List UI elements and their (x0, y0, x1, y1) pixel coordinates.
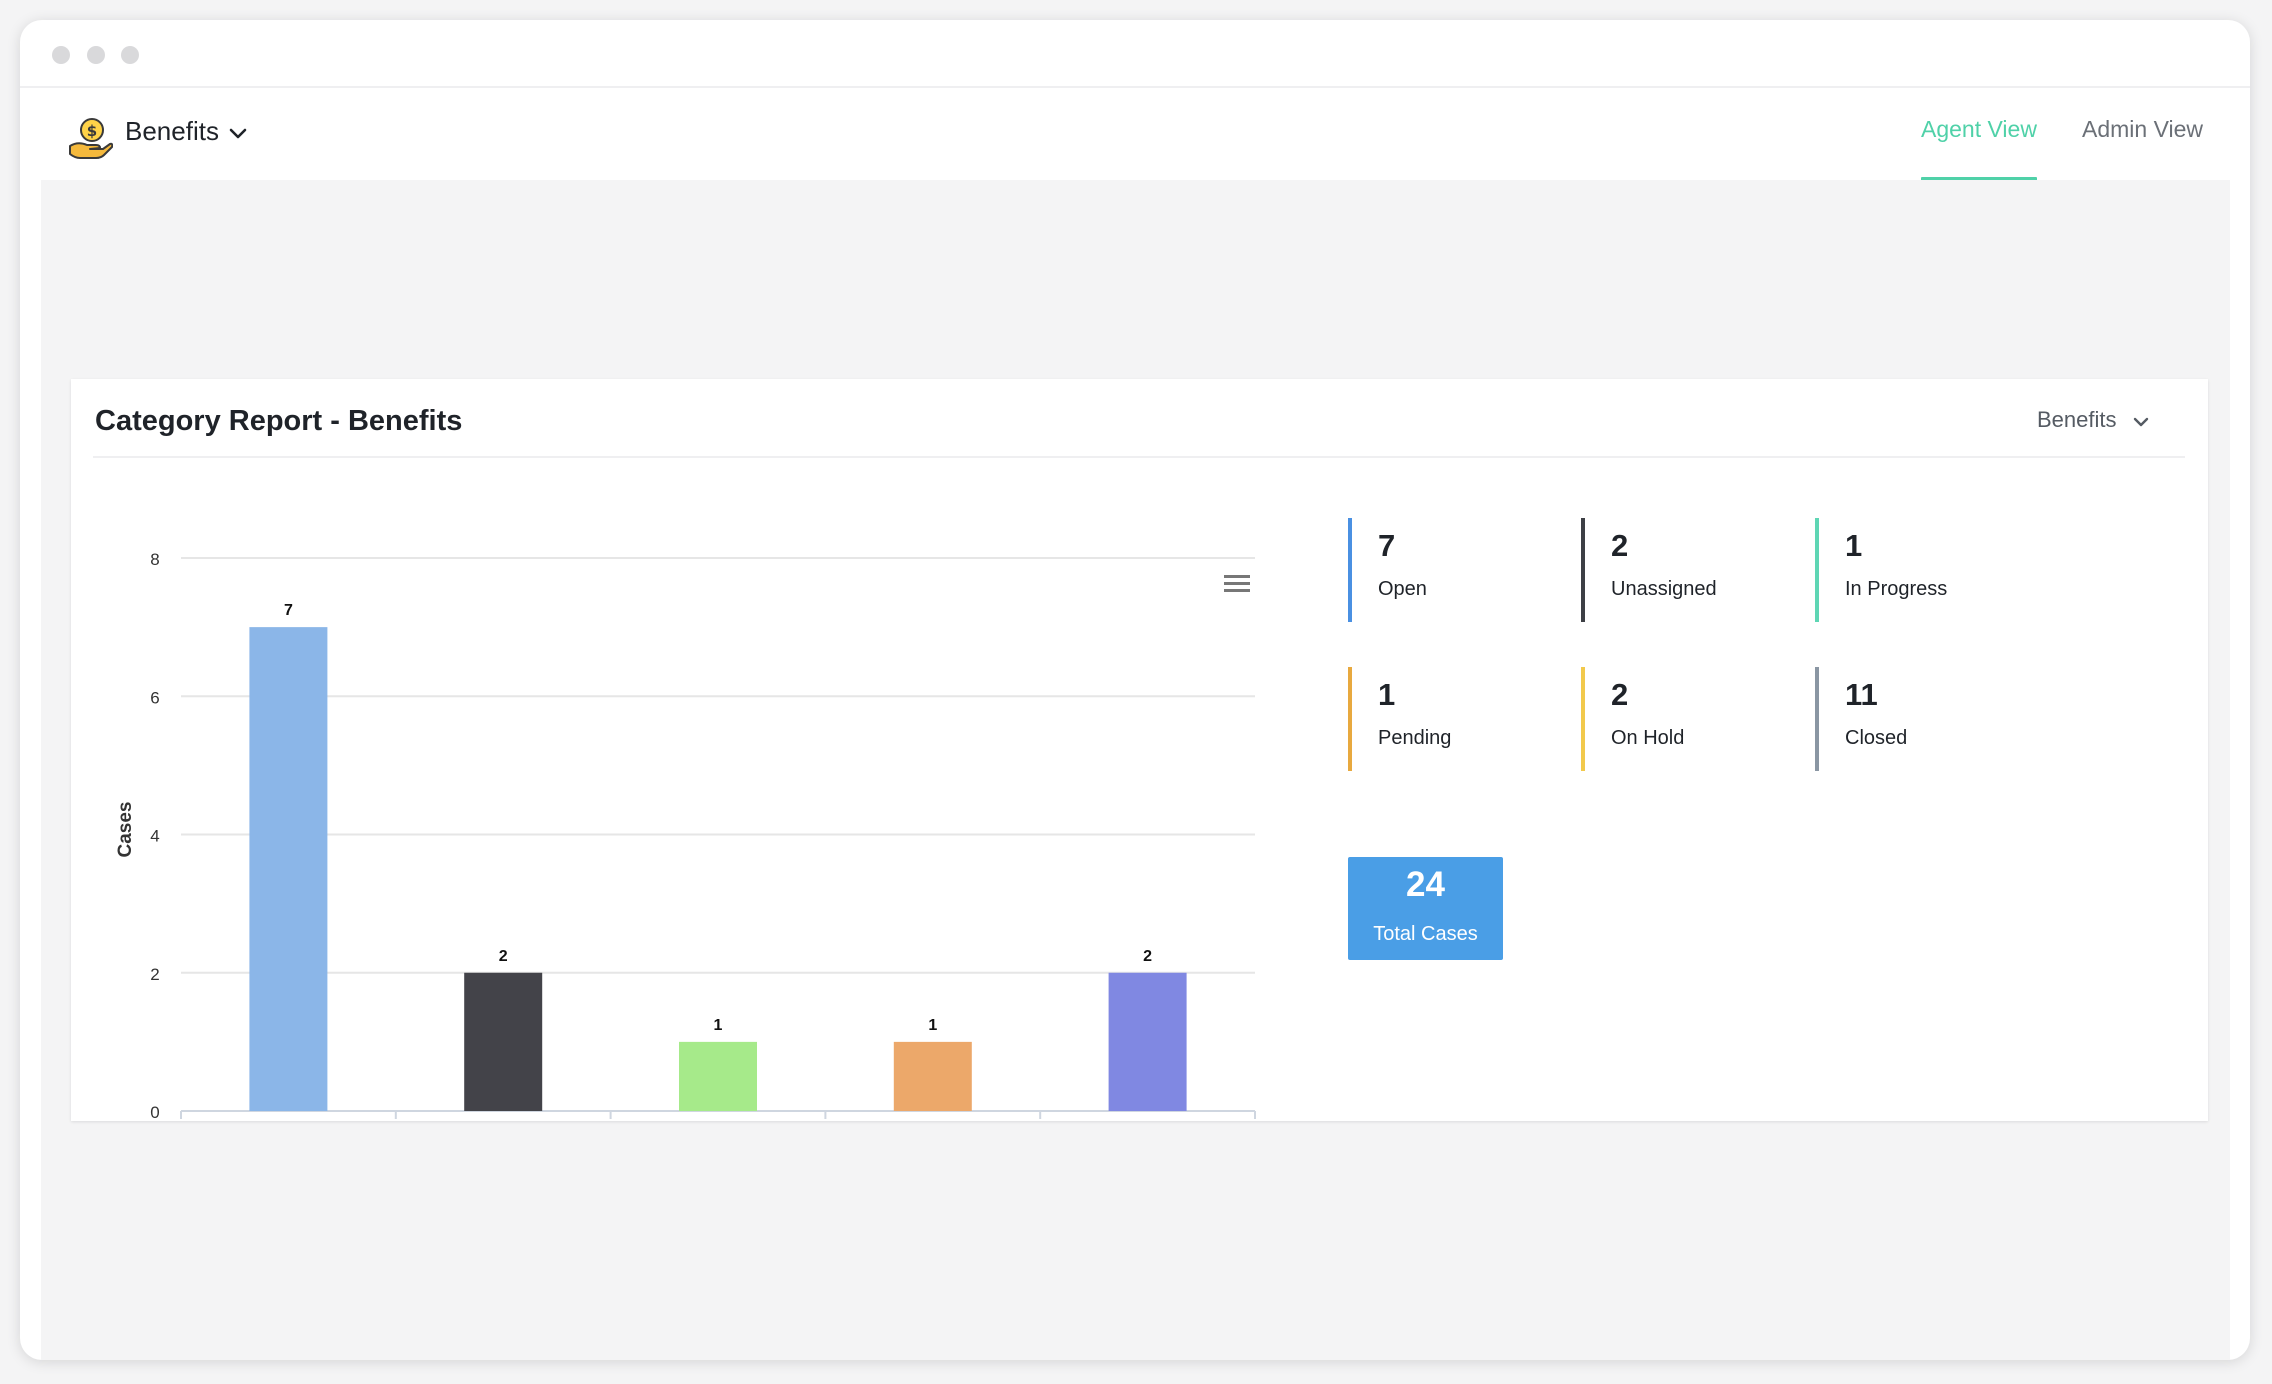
y-tick-label: 4 (150, 827, 159, 846)
stat-value: 1 (1845, 528, 1863, 563)
stat-value: 11 (1845, 677, 1878, 712)
window-close-dot[interactable] (52, 46, 70, 64)
window-minimize-dot[interactable] (87, 46, 105, 64)
stat-label: Unassigned (1611, 578, 1717, 600)
window-titlebar (20, 20, 2250, 84)
card-title: Category Report - Benefits (95, 405, 463, 437)
stat-label: Pending (1378, 727, 1452, 749)
total-cases-value: 24 (1406, 865, 1445, 904)
stat-unassigned: 2 Unassigned (1581, 518, 1781, 622)
bar-data-label: 2 (1143, 948, 1152, 965)
stat-label: In Progress (1845, 578, 1948, 600)
stat-in-progress: 1 In Progress (1815, 518, 2015, 622)
stat-value: 1 (1378, 677, 1396, 712)
app-window: $ Benefits Agent View Admin View Categor… (20, 20, 2250, 1360)
top-bar: $ Benefits Agent View Admin View (20, 86, 2250, 181)
hamburger-menu-icon[interactable] (1224, 575, 1250, 592)
app-title[interactable]: Benefits (125, 116, 219, 147)
hamburger-menu-line (1224, 582, 1250, 585)
total-cases-tile[interactable]: 24 Total Cases (1348, 857, 1503, 960)
tab-admin-view[interactable]: Admin View (2082, 116, 2203, 143)
bar-data-label: 1 (714, 1017, 723, 1034)
total-cases-label: Total Cases (1373, 923, 1478, 945)
card-divider (93, 456, 2185, 458)
y-tick-label: 6 (150, 688, 159, 707)
chevron-down-icon[interactable] (228, 124, 248, 144)
stat-closed: 11 Closed (1815, 667, 2015, 771)
main-content: Category Report - Benefits Benefits 0246… (41, 180, 2230, 1360)
y-tick-label: 0 (150, 1103, 159, 1119)
y-tick-label: 2 (150, 965, 159, 984)
status-bar-chart: 024687Open2Unassigned1In Progress1Pendin… (115, 550, 1256, 1119)
stat-label: Open (1378, 578, 1427, 600)
stat-on-hold: 2 On Hold (1581, 667, 1781, 771)
tab-agent-view[interactable]: Agent View (1921, 116, 2037, 143)
bar-open[interactable] (249, 627, 328, 1111)
bar-on-hold[interactable] (1108, 972, 1187, 1111)
stat-value: 7 (1378, 528, 1396, 563)
y-axis-title: Cases (115, 802, 136, 858)
bar-pending[interactable] (893, 1041, 972, 1111)
stat-value: 2 (1611, 677, 1629, 712)
category-select[interactable]: Benefits (2037, 407, 2117, 433)
stat-label: On Hold (1611, 727, 1685, 749)
y-tick-label: 8 (150, 550, 159, 569)
bar-data-label: 7 (284, 602, 293, 619)
bar-unassigned[interactable] (464, 972, 543, 1111)
hamburger-menu-line (1224, 575, 1250, 578)
window-maximize-dot[interactable] (121, 46, 139, 64)
category-report-card: Category Report - Benefits Benefits 0246… (71, 379, 2208, 1121)
stat-pending: 1 Pending (1348, 667, 1548, 771)
bar-in-progress[interactable] (679, 1041, 757, 1111)
money-hand-icon: $ (69, 118, 113, 159)
bar-data-label: 2 (499, 948, 508, 965)
stat-label: Closed (1845, 727, 1908, 749)
chevron-down-icon[interactable] (2131, 412, 2151, 432)
hamburger-menu-line (1224, 589, 1250, 592)
svg-text:$: $ (87, 122, 97, 140)
stat-value: 2 (1611, 528, 1629, 563)
bar-data-label: 1 (928, 1017, 937, 1034)
stat-open: 7 Open (1348, 518, 1548, 622)
